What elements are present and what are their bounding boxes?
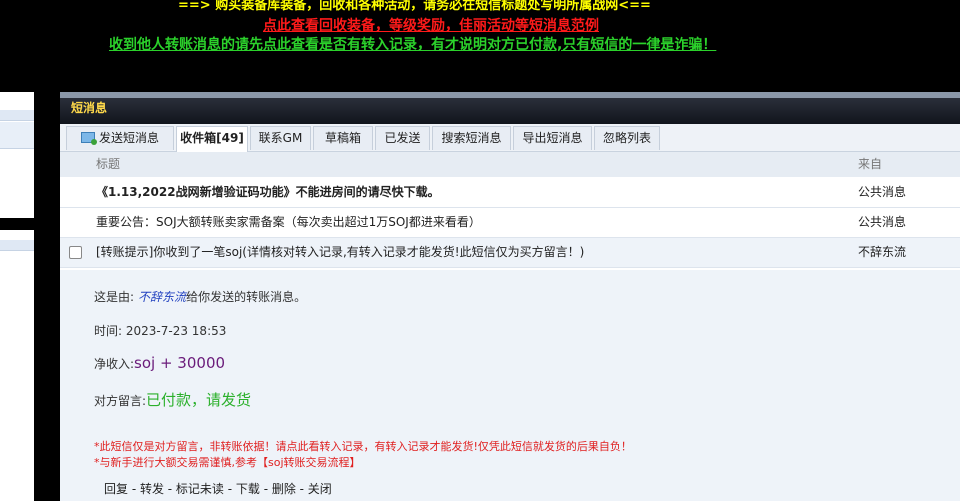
message-subject[interactable]: 《1.13,2022战网新增验证码功能》不能进房间的请尽快下载。: [96, 178, 440, 207]
message-sender: 公共消息: [858, 215, 907, 229]
table-row[interactable]: 重要公告：SOJ大额转账卖家需备案（每次卖出超过1万SOJ都进来看看） 公共消息: [60, 208, 960, 238]
tab-export[interactable]: 导出短消息: [513, 126, 592, 150]
panel-title: 短消息: [71, 101, 108, 115]
sidebar-item[interactable]: [0, 122, 34, 149]
tab-inbox[interactable]: 收件箱[49]: [176, 126, 248, 152]
sender-prefix: 这是由:: [94, 290, 135, 304]
tab-label: 搜索短消息: [441, 131, 502, 145]
sender-link[interactable]: 不辞东流: [138, 290, 186, 304]
detail-time-line: 时间: 2023-7-23 18:53: [94, 322, 226, 339]
message-sender: 不辞东流: [858, 245, 907, 259]
tab-drafts[interactable]: 草稿箱: [313, 126, 373, 150]
tab-label: 发送短消息: [98, 131, 159, 145]
tab-label: 收件箱[49]: [180, 131, 244, 145]
tab-label: 导出短消息: [522, 131, 583, 145]
tab-search[interactable]: 搜索短消息: [432, 126, 511, 150]
time-value: 2023-7-23 18:53: [125, 324, 227, 338]
message-actions[interactable]: 回复 - 转发 - 标记未读 - 下载 - 删除 - 关闭: [104, 480, 332, 497]
left-sidebar-panel-top: [0, 92, 34, 218]
message-sender: 公共消息: [858, 185, 907, 199]
banner-link-examples[interactable]: 点此查看回收装备，等级奖励，佳丽活动等短消息范例: [263, 15, 599, 35]
income-label: 净收入:: [94, 357, 135, 371]
message-panel: 短消息 发送短消息 收件箱[49] 联系GM 草稿箱 已发送 搜索短消息 导出短…: [60, 92, 960, 501]
tab-label: 忽略列表: [602, 131, 651, 145]
tab-label: 草稿箱: [324, 131, 361, 145]
compose-icon: [80, 132, 97, 145]
tab-label: 已发送: [384, 131, 421, 145]
message-subject[interactable]: 重要公告：SOJ大额转账卖家需备案（每次卖出超过1万SOJ都进来看看）: [96, 208, 481, 237]
banner-line-notice: ==> 购买装备库装备，回收和各种活动，请务必在短信标题处写明所属战网<==: [178, 0, 651, 13]
sidebar-strip: [0, 110, 34, 121]
income-value: soj + 30000: [134, 354, 226, 372]
time-label: 时间:: [94, 324, 123, 338]
warning-line-1[interactable]: *此短信仅是对方留言，非转账依据！请点此看转入记录，有转入记录才能发货!仅凭此短…: [94, 438, 632, 454]
table-row[interactable]: [转账提示]你收到了一笔soj(详情核对转入记录,有转入记录才能发货!此短信仅为…: [60, 238, 960, 268]
tab-sent[interactable]: 已发送: [375, 126, 430, 150]
tab-contact-gm[interactable]: 联系GM: [250, 126, 311, 150]
tab-bar: 发送短消息 收件箱[49] 联系GM 草稿箱 已发送 搜索短消息 导出短消息 忽…: [60, 124, 960, 152]
message-detail: 这是由: 不辞东流给你发送的转账消息。 时间: 2023-7-23 18:53 净…: [60, 270, 960, 501]
table-header: 标题 来自: [60, 152, 960, 177]
tab-label: 联系GM: [258, 131, 303, 145]
tab-compose[interactable]: 发送短消息: [66, 126, 174, 150]
banner-link-transfer-check[interactable]: 收到他人转账消息的请先点此查看是否有转入记录，有才说明对方已付款,只有短信的一律…: [109, 34, 716, 54]
panel-titlebar: 短消息: [60, 92, 960, 124]
warning-line-2[interactable]: *与新手进行大额交易需谨慎,参考【soj转账交易流程】: [94, 454, 361, 470]
announcement-banner: ==> 购买装备库装备，回收和各种活动，请务必在短信标题处写明所属战网<== 点…: [0, 0, 960, 92]
sidebar-strip: [0, 240, 34, 251]
tab-ignore-list[interactable]: 忽略列表: [594, 126, 660, 150]
sender-suffix: 给你发送的转账消息。: [186, 290, 307, 304]
column-subject: 标题: [96, 157, 121, 171]
left-sidebar-panel-bottom: [0, 230, 34, 501]
note-label: 对方留言:: [94, 394, 147, 408]
row-checkbox[interactable]: [69, 246, 82, 259]
table-row[interactable]: 《1.13,2022战网新增验证码功能》不能进房间的请尽快下载。 公共消息: [60, 178, 960, 208]
detail-sender-line: 这是由: 不辞东流给你发送的转账消息。: [94, 288, 306, 305]
column-from: 来自: [858, 157, 883, 171]
detail-income-line: 净收入:soj + 30000: [94, 354, 225, 372]
note-value: 已付款，请发货: [146, 391, 252, 409]
detail-note-line: 对方留言:已付款，请发货: [94, 389, 251, 410]
message-subject[interactable]: [转账提示]你收到了一笔soj(详情核对转入记录,有转入记录才能发货!此短信仅为…: [96, 238, 584, 267]
